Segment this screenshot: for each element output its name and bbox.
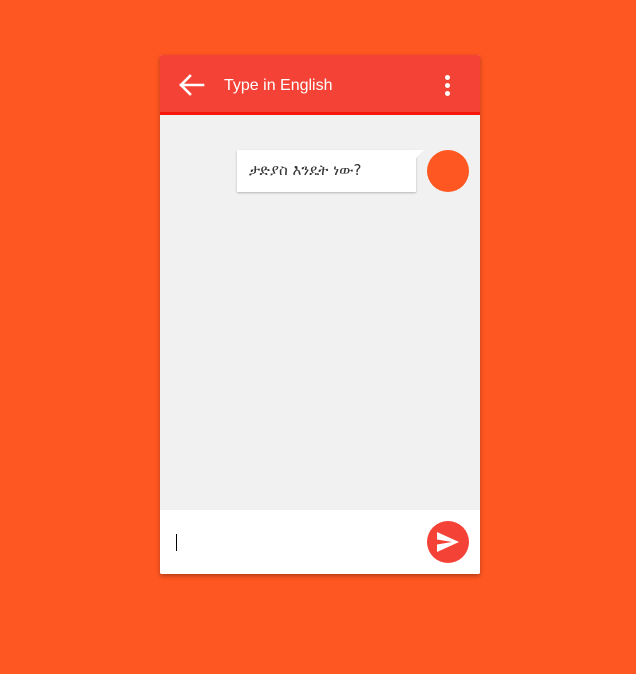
arrow-left-icon — [179, 74, 205, 96]
message-composer — [160, 510, 480, 574]
app-title: Type in English — [224, 77, 333, 94]
app-bar: Type in English — [160, 55, 480, 115]
text-cursor — [176, 534, 177, 551]
message-list[interactable]: ታድያስ እንዴት ነው? — [160, 115, 480, 510]
message-input[interactable] — [170, 522, 420, 562]
message-bubble-tail — [416, 150, 424, 158]
overflow-menu-button[interactable] — [437, 73, 459, 99]
back-button[interactable] — [176, 72, 206, 98]
send-button[interactable] — [427, 521, 469, 563]
more-vertical-icon — [445, 75, 450, 80]
avatar — [427, 150, 469, 192]
send-icon — [437, 532, 459, 552]
chat-app-window: Type in English ታድያስ እንዴት ነው? — [160, 55, 480, 574]
message-bubble: ታድያስ እንዴት ነው? — [237, 150, 416, 192]
